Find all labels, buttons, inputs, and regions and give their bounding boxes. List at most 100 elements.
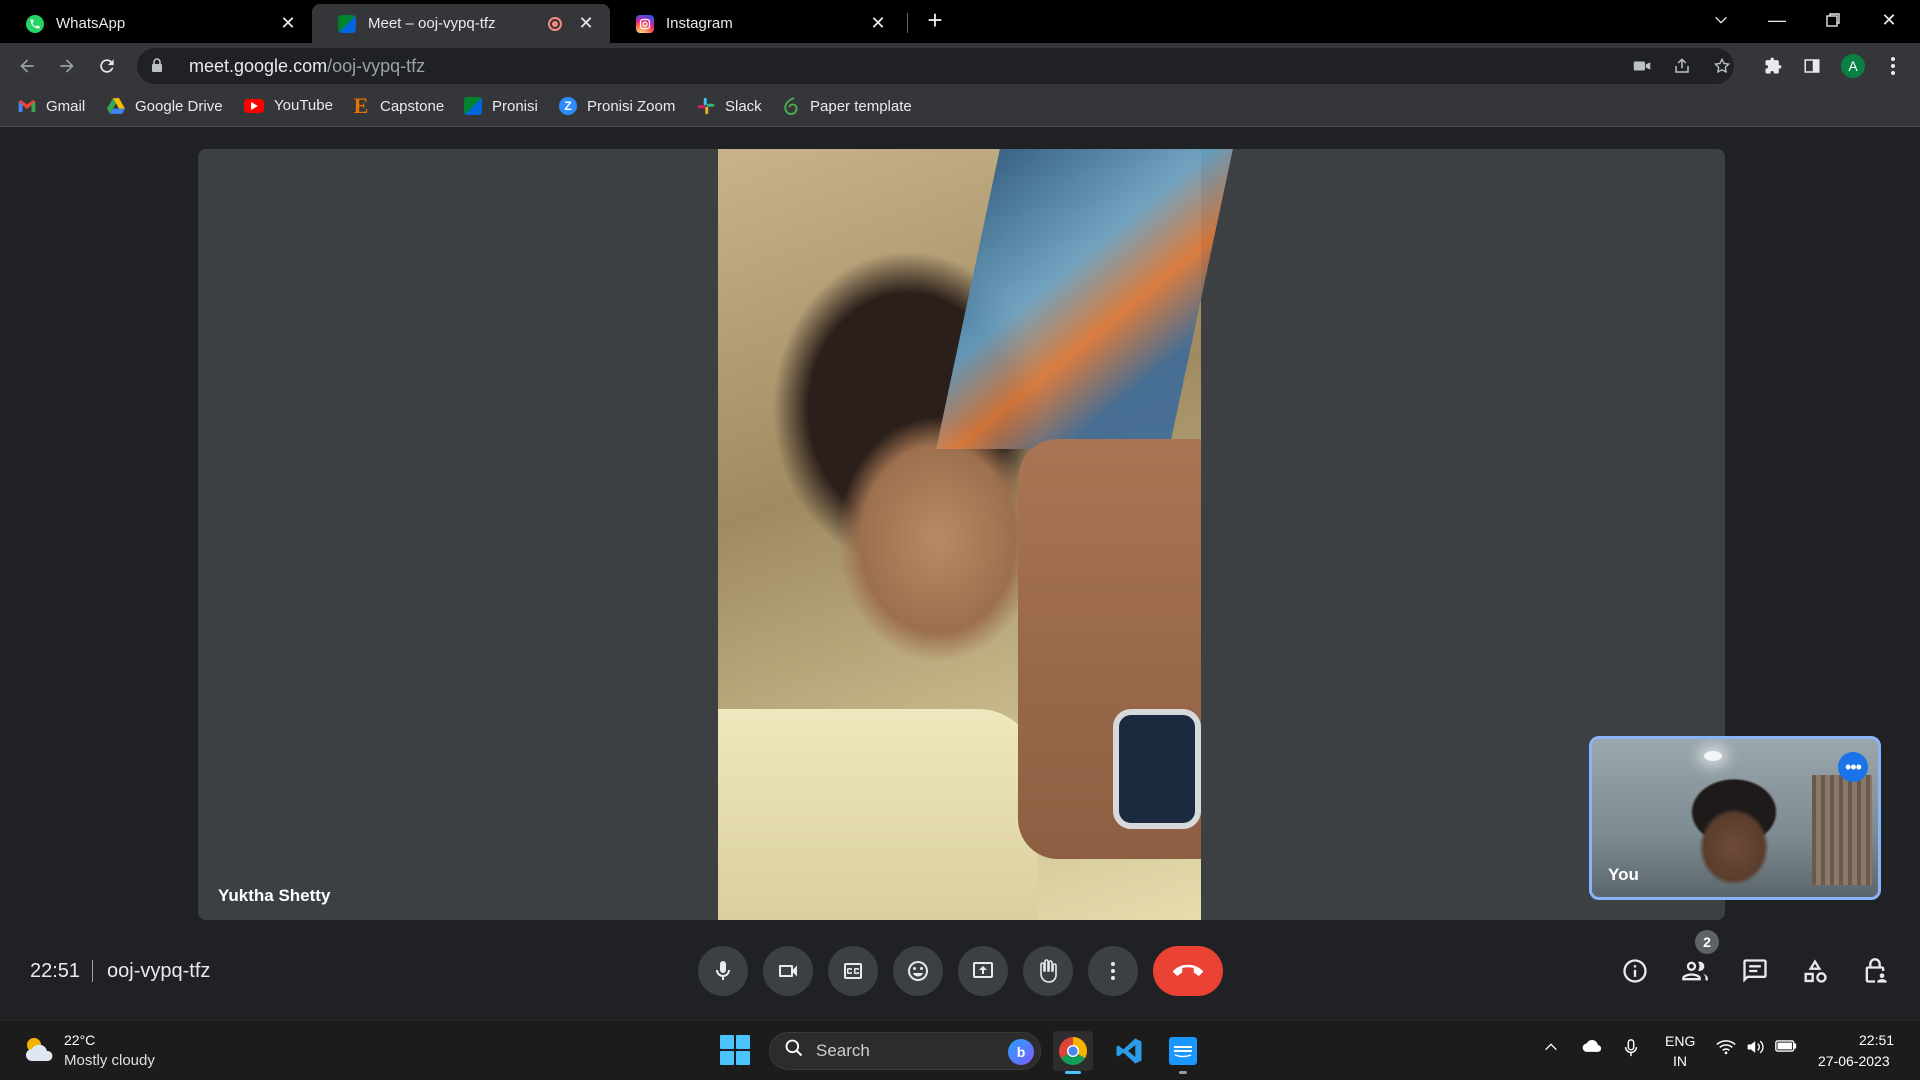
meeting-code: ooj-vypq-tfz xyxy=(107,960,211,982)
self-view-tile[interactable]: You ••• xyxy=(1589,736,1881,900)
taskbar-search-box[interactable]: Search b xyxy=(769,1032,1041,1070)
tab-whatsapp[interactable]: WhatsApp ✕ xyxy=(0,4,312,43)
bookmark-label: Pronisi Zoom xyxy=(587,97,676,115)
bookmark-label: Capstone xyxy=(380,97,445,115)
minimize-button[interactable]: — xyxy=(1749,0,1805,40)
bookmark-capstone[interactable]: E Capstone xyxy=(352,93,445,118)
google-meet-icon xyxy=(464,97,482,115)
tab-title: Instagram xyxy=(666,15,733,32)
chat-button[interactable] xyxy=(1738,954,1772,988)
bookmark-google-drive[interactable]: Google Drive xyxy=(107,97,223,115)
raise-hand-icon xyxy=(1040,959,1057,983)
start-logo-tile xyxy=(720,1051,734,1065)
self-view-more-options-button[interactable]: ••• xyxy=(1838,752,1868,782)
camera-button[interactable] xyxy=(763,946,813,996)
gmail-icon xyxy=(18,97,36,115)
microphone-in-use-icon[interactable] xyxy=(1624,1039,1638,1062)
taskbar-chrome[interactable] xyxy=(1053,1031,1093,1074)
more-options-button[interactable] xyxy=(1088,946,1138,996)
more-vertical-icon xyxy=(1111,962,1115,980)
video-camera-icon xyxy=(779,965,797,977)
microphone-icon xyxy=(716,961,730,980)
bookmark-paper-template[interactable]: Paper template xyxy=(782,97,912,115)
video-feed-shirt xyxy=(718,709,1038,920)
side-panel-icon[interactable] xyxy=(1797,51,1827,81)
tab-search-chevron-icon[interactable] xyxy=(1693,0,1749,40)
close-window-button[interactable]: ✕ xyxy=(1861,0,1917,40)
weather-temperature[interactable]: 22°C xyxy=(64,1032,95,1048)
taskbar-vscode[interactable] xyxy=(1109,1031,1149,1071)
profile-avatar[interactable]: A xyxy=(1838,51,1868,81)
bookmark-pronisi[interactable]: Pronisi xyxy=(464,97,538,115)
present-screen-button[interactable] xyxy=(958,946,1008,996)
microphone-button[interactable] xyxy=(698,946,748,996)
close-tab-icon[interactable]: ✕ xyxy=(278,13,298,34)
recording-indicator-icon xyxy=(548,16,562,31)
start-logo-tile xyxy=(720,1035,734,1049)
show-hidden-icons-chevron-icon[interactable] xyxy=(1543,1039,1559,1060)
whatsapp-icon xyxy=(26,14,44,33)
tab-meet[interactable]: Meet – ooj-vypq-tfz ✕ xyxy=(312,4,610,43)
chat-icon xyxy=(1743,959,1767,983)
raise-hand-button[interactable] xyxy=(1023,946,1073,996)
youtube-icon xyxy=(244,98,264,113)
bookmark-pronisi-zoom[interactable]: Z Pronisi Zoom xyxy=(559,97,675,115)
input-language[interactable]: ENG xyxy=(1665,1033,1695,1049)
restore-button[interactable] xyxy=(1805,0,1861,40)
system-clock-date[interactable]: 27-06-2023 xyxy=(1818,1053,1890,1069)
bookmark-youtube[interactable]: YouTube xyxy=(244,97,333,114)
close-tab-icon[interactable]: ✕ xyxy=(868,13,888,34)
participant-count-badge: 2 xyxy=(1695,930,1719,954)
activities-button[interactable] xyxy=(1798,954,1832,988)
battery-charging-icon[interactable] xyxy=(1775,1039,1797,1058)
extensions-puzzle-icon[interactable] xyxy=(1758,51,1788,81)
wifi-icon[interactable] xyxy=(1716,1039,1736,1060)
activities-shapes-icon xyxy=(1804,959,1827,983)
forward-button[interactable] xyxy=(52,51,82,81)
vscode-icon xyxy=(1116,1038,1142,1064)
system-clock-time[interactable]: 22:51 xyxy=(1859,1032,1894,1048)
address-bar[interactable]: meet.google.com/ooj-vypq-tfz xyxy=(137,48,1734,84)
google-meet-icon xyxy=(338,14,356,33)
host-controls-button[interactable] xyxy=(1858,954,1892,988)
bookmark-label: Pronisi xyxy=(492,97,538,115)
windows-start-button[interactable] xyxy=(720,1035,750,1065)
tab-instagram[interactable]: Instagram ✕ xyxy=(610,4,902,43)
close-tab-icon[interactable]: ✕ xyxy=(576,13,596,34)
bookmark-slack[interactable]: Slack xyxy=(697,97,762,115)
captions-button[interactable] xyxy=(828,946,878,996)
leave-call-button[interactable] xyxy=(1153,946,1223,996)
url-path: /ooj-vypq-tfz xyxy=(327,55,426,76)
partly-cloudy-icon[interactable] xyxy=(22,1035,56,1063)
self-name-label: You xyxy=(1608,865,1639,884)
bookmark-gmail[interactable]: Gmail xyxy=(18,97,85,115)
prime-video-icon xyxy=(1169,1037,1197,1065)
new-tab-button[interactable]: + xyxy=(907,0,963,40)
meeting-clock: 22:51 xyxy=(30,960,81,982)
weather-description[interactable]: Mostly cloudy xyxy=(64,1052,155,1069)
reload-button[interactable] xyxy=(92,51,122,81)
bookmark-label: Google Drive xyxy=(135,97,223,115)
onedrive-cloud-icon[interactable] xyxy=(1582,1039,1602,1058)
chrome-menu-icon[interactable] xyxy=(1878,51,1908,81)
info-icon xyxy=(1623,959,1647,983)
bookmark-star-icon[interactable] xyxy=(1707,48,1737,84)
share-icon[interactable] xyxy=(1667,48,1697,84)
people-button[interactable] xyxy=(1678,954,1712,988)
hang-up-icon xyxy=(1173,964,1203,976)
bookmark-label: YouTube xyxy=(274,97,333,114)
back-button[interactable] xyxy=(12,51,42,81)
participant-video-feed xyxy=(718,149,1233,920)
camera-in-use-icon[interactable] xyxy=(1627,48,1657,84)
volume-icon[interactable] xyxy=(1746,1039,1766,1060)
taskbar-prime-video[interactable] xyxy=(1163,1031,1203,1074)
video-feed-scarf xyxy=(936,149,1233,449)
present-screen-icon xyxy=(973,962,993,978)
lock-icon[interactable] xyxy=(151,57,173,75)
meeting-details-button[interactable] xyxy=(1618,954,1652,988)
input-region[interactable]: IN xyxy=(1673,1053,1687,1069)
emoji-reactions-button[interactable] xyxy=(893,946,943,996)
bing-icon[interactable]: b xyxy=(1008,1039,1034,1065)
participant-tile-main[interactable]: Yuktha Shetty xyxy=(198,149,1725,920)
chrome-icon xyxy=(1059,1037,1087,1065)
